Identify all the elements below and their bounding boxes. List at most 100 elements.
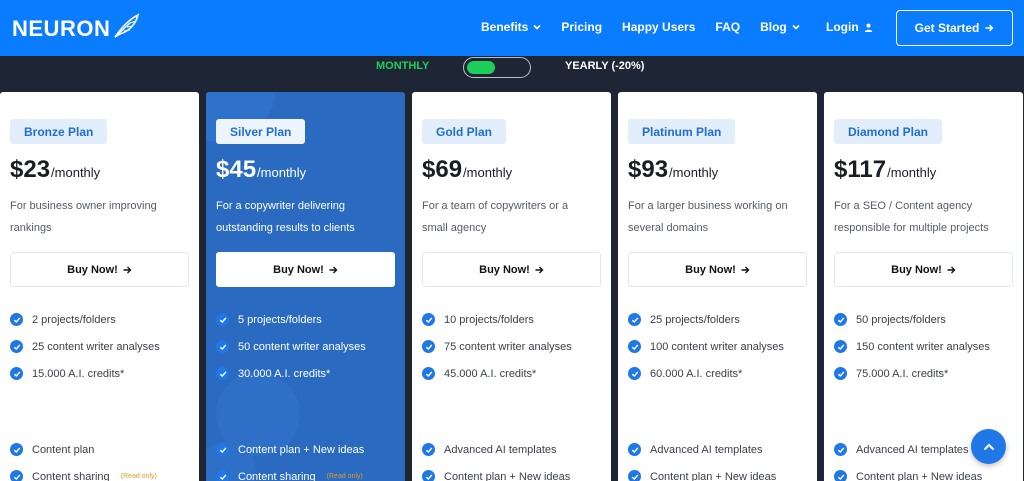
plan-price: $93 /monthly (628, 156, 718, 184)
feature-item: Advanced AI templates (834, 443, 969, 456)
plan-card-platinum: Platinum Plan $93 /monthly For a larger … (618, 92, 817, 481)
check-circle-icon (10, 367, 23, 380)
feature-text: Content plan + New ideas (650, 470, 777, 481)
billing-toggle-switch[interactable] (463, 57, 531, 78)
buy-now-button[interactable]: Buy Now! (628, 252, 807, 287)
feature-text: Content plan + New ideas (856, 470, 983, 481)
price-amount: $93 (628, 156, 669, 183)
check-circle-icon (628, 313, 641, 326)
check-circle-icon (834, 470, 847, 481)
top-nav: NEURON Benefits Pricing Happy Users FAQ … (0, 0, 1024, 56)
check-circle-icon (216, 340, 229, 353)
get-started-button[interactable]: Get Started (896, 10, 1013, 46)
nav-benefits-label: Benefits (481, 20, 529, 34)
feature-text: 15.000 A.I. credits* (32, 367, 125, 380)
nav-faq[interactable]: FAQ (715, 20, 740, 34)
plan-name-badge: Gold Plan (422, 119, 507, 144)
feature-text: 25 projects/folders (650, 313, 740, 326)
plan-card-gold: Gold Plan $69 /monthly For a team of cop… (412, 92, 611, 481)
buy-now-button[interactable]: Buy Now! (216, 252, 395, 287)
check-circle-icon (628, 470, 641, 481)
plan-name-badge: Bronze Plan (10, 119, 108, 144)
feather-icon (114, 13, 140, 38)
brand-logo[interactable]: NEURON (12, 13, 140, 42)
buy-now-label: Buy Now! (479, 263, 530, 276)
feature-item: Content sharing (Read only) (10, 470, 157, 481)
feature-text: 75.000 A.I. credits* (856, 367, 949, 380)
feature-item: 75.000 A.I. credits* (834, 367, 948, 380)
buy-now-label: Buy Now! (273, 263, 324, 276)
plan-card-silver: Silver Plan $45 /monthly For a copywrite… (206, 92, 405, 481)
check-circle-icon (834, 367, 847, 380)
check-circle-icon (834, 443, 847, 456)
brand-name: NEURON (12, 16, 111, 41)
yearly-label[interactable]: YEARLY (-20%) (565, 60, 644, 72)
monthly-label[interactable]: MONTHLY (376, 60, 429, 72)
feature-item: 30.000 A.I. credits* (216, 367, 330, 380)
plan-description: For a larger business working on several… (628, 200, 788, 234)
toggle-knob (467, 61, 495, 74)
check-circle-icon (10, 313, 23, 326)
feature-text: Content plan + New ideas (444, 470, 571, 481)
buy-now-button[interactable]: Buy Now! (422, 252, 601, 287)
buy-now-button[interactable]: Buy Now! (10, 252, 189, 287)
check-circle-icon (628, 443, 641, 456)
feature-item: 15.000 A.I. credits* (10, 367, 124, 380)
feature-text: 30.000 A.I. credits* (238, 367, 331, 380)
feature-text: 45.000 A.I. credits* (444, 367, 537, 380)
plan-name-badge: Platinum Plan (628, 119, 736, 144)
nav-pricing[interactable]: Pricing (561, 20, 602, 34)
feature-item: 50 content writer analyses (216, 340, 366, 353)
nav-pricing-label: Pricing (561, 20, 603, 34)
check-circle-icon (422, 443, 435, 456)
get-started-label: Get Started (914, 21, 980, 35)
nav-links: Benefits Pricing Happy Users FAQ Blog (481, 20, 820, 34)
feature-item: Content plan (10, 443, 94, 456)
feature-text: Content plan + New ideas (238, 443, 365, 456)
plan-name-badge: Silver Plan (216, 119, 306, 144)
buy-now-button[interactable]: Buy Now! (834, 252, 1013, 287)
feature-item: Advanced AI templates (422, 443, 557, 456)
arrow-right-icon (985, 24, 994, 32)
nav-happy-users-label: Happy Users (622, 20, 696, 34)
feature-item: Advanced AI templates (628, 443, 763, 456)
scroll-to-top-button[interactable] (971, 429, 1006, 464)
price-amount: $117 (834, 156, 887, 183)
plan-description: For a SEO / Content agency responsible f… (834, 200, 989, 234)
feature-text: 25 content writer analyses (32, 340, 160, 353)
feature-item: 45.000 A.I. credits* (422, 367, 536, 380)
nav-blog[interactable]: Blog (760, 20, 800, 34)
feature-item: 50 projects/folders (834, 313, 946, 326)
check-circle-icon (422, 367, 435, 380)
feature-text: 5 projects/folders (238, 313, 322, 326)
feature-item: 5 projects/folders (216, 313, 322, 326)
nav-happy-users[interactable]: Happy Users (622, 20, 695, 34)
feature-item: 75 content writer analyses (422, 340, 572, 353)
check-circle-icon (422, 470, 435, 481)
buy-now-label: Buy Now! (891, 263, 942, 276)
price-amount: $45 (216, 156, 257, 183)
feature-text: Content sharing (32, 470, 110, 481)
login-link[interactable]: Login (826, 20, 873, 34)
chevron-up-icon (983, 443, 994, 450)
feature-item: Content plan + New ideas (834, 470, 982, 481)
feature-item: 10 projects/folders (422, 313, 534, 326)
feature-item: 100 content writer analyses (628, 340, 784, 353)
arrow-right-icon (947, 266, 956, 273)
nav-benefits[interactable]: Benefits (481, 20, 541, 34)
plan-card-diamond: Diamond Plan $117 /monthly For a SEO / C… (824, 92, 1023, 481)
plan-price: $117 /monthly (834, 156, 936, 184)
buy-now-label: Buy Now! (685, 263, 736, 276)
check-circle-icon (216, 443, 229, 456)
buy-now-label: Buy Now! (67, 263, 118, 276)
feature-item: 150 content writer analyses (834, 340, 990, 353)
price-period: /monthly (257, 165, 307, 180)
feature-item: 25 content writer analyses (10, 340, 160, 353)
nav-faq-label: FAQ (715, 20, 741, 34)
price-amount: $23 (10, 156, 51, 183)
plan-price: $69 /monthly (422, 156, 512, 184)
arrow-right-icon (329, 266, 338, 273)
feature-text: 50 content writer analyses (238, 340, 366, 353)
arrow-right-icon (535, 266, 544, 273)
plan-description: For business owner improving rankings (10, 200, 157, 234)
